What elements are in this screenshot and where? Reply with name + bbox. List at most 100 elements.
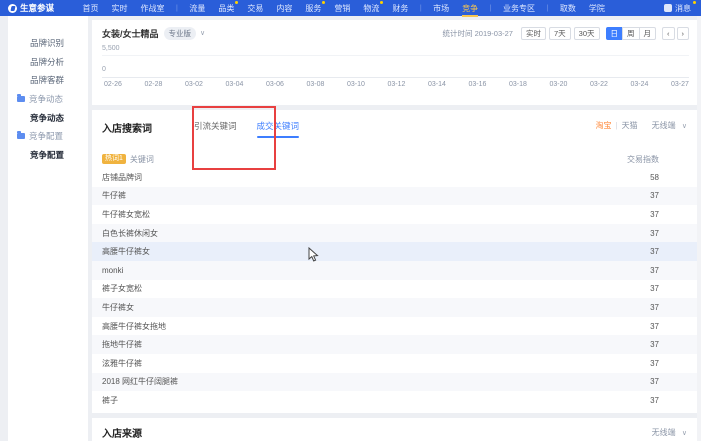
- value-cell: 37: [650, 247, 659, 256]
- folder-icon: [17, 133, 25, 139]
- navbar-item-品类[interactable]: 品类: [218, 3, 234, 14]
- x-tick-label: 03-18: [509, 81, 527, 88]
- navbar-divider: |: [490, 5, 492, 12]
- prev-date-button[interactable]: ‹: [662, 27, 675, 40]
- store-source-header: 入店来源 无线端 ∨: [102, 425, 687, 440]
- app-brand[interactable]: 生意参谋: [8, 2, 54, 14]
- x-tick-label: 03-16: [469, 81, 487, 88]
- x-axis-labels: 02-2602-2803-0203-0403-0603-0803-1003-12…: [104, 81, 689, 88]
- table-row[interactable]: 拖地牛仔裤37: [92, 335, 697, 354]
- value-cell: 37: [650, 191, 659, 200]
- chevron-down-icon[interactable]: ∨: [200, 29, 205, 37]
- sidebar-item-label: 竞争配置: [29, 130, 63, 142]
- chevron-down-icon: ∨: [682, 430, 687, 437]
- sidebar-item-品牌识别[interactable]: 品牌识别: [8, 34, 88, 53]
- table-header: 热词1 关键词 交易指数: [102, 152, 687, 166]
- value-column-header[interactable]: 交易指数: [627, 154, 687, 165]
- value-cell: 37: [650, 210, 659, 219]
- navbar-item-流量[interactable]: 流量: [189, 3, 205, 14]
- navbar-item-竞争[interactable]: 竞争: [462, 3, 478, 14]
- x-axis-line: [102, 77, 689, 78]
- notification-dot: [693, 1, 696, 4]
- range-button-实时[interactable]: 实时: [521, 27, 546, 40]
- top-navbar: 生意参谋 首页实时作战室|流量品类交易内容服务营销物流财务|市场竞争|业务专区|…: [0, 0, 701, 16]
- navbar-item-营销[interactable]: 营销: [334, 3, 350, 14]
- keyword-cell: monki: [102, 266, 123, 275]
- x-tick-label: 03-14: [428, 81, 446, 88]
- navbar-item-服务[interactable]: 服务: [305, 3, 321, 14]
- navbar-item-实时[interactable]: 实时: [112, 3, 128, 14]
- section-title: 入店搜索词: [102, 120, 152, 135]
- x-tick-label: 03-02: [185, 81, 203, 88]
- table-row[interactable]: 泫雅牛仔裤37: [92, 354, 697, 373]
- granularity-日[interactable]: 日: [606, 27, 624, 40]
- x-tick-label: 03-06: [266, 81, 284, 88]
- trend-controls: 统计时间 2019-03-27 实时7天30天 日周月 ‹ ›: [443, 27, 689, 40]
- table-row[interactable]: 2018 网红牛仔阔腿裤37: [92, 373, 697, 392]
- device-select[interactable]: 无线端 ∨: [652, 120, 687, 131]
- navbar-item-财务[interactable]: 财务: [392, 3, 408, 14]
- x-tick-label: 02-28: [145, 81, 163, 88]
- range-button-30天[interactable]: 30天: [574, 27, 600, 40]
- sidebar-item-label: 品牌客群: [30, 74, 64, 86]
- hot-word-badge: 热词1: [102, 154, 126, 164]
- keyword-cell: 拖地牛仔裤: [102, 339, 142, 350]
- chevron-down-icon: ∨: [682, 123, 687, 130]
- sidebar-item-竞争配置[interactable]: 竞争配置: [8, 146, 88, 165]
- sidebar-item-竞争动态[interactable]: 竞争动态: [8, 90, 88, 109]
- sidebar-item-label: 竞争动态: [30, 112, 64, 124]
- navbar-user[interactable]: 消息: [664, 3, 691, 14]
- x-tick-label: 03-10: [347, 81, 365, 88]
- section-title: 入店来源: [102, 425, 142, 440]
- value-cell: 37: [650, 396, 659, 405]
- stat-time-label: 统计时间: [443, 29, 473, 38]
- granularity-月[interactable]: 月: [639, 27, 657, 40]
- user-label: 消息: [675, 3, 691, 14]
- table-row[interactable]: 牛仔裤女宽松37: [92, 205, 697, 224]
- navbar-item-业务专区[interactable]: 业务专区: [503, 3, 535, 14]
- keyword-table: 店铺品牌词58牛仔裤37牛仔裤女宽松37白色长裤休闲女37高腰牛仔裤女37mon…: [92, 168, 697, 410]
- user-avatar: [664, 4, 672, 12]
- search-words-card: 入店搜索词 引流关键词成交关键词 淘宝|天猫 无线端 ∨ 热词1 关键词 交易指…: [92, 110, 697, 413]
- platform-filter: 淘宝|天猫 无线端 ∨: [596, 120, 687, 131]
- category-title: 女装/女士精品: [102, 27, 159, 40]
- navbar-item-市场[interactable]: 市场: [433, 3, 449, 14]
- navbar-item-物流[interactable]: 物流: [363, 3, 379, 14]
- platform-天猫[interactable]: 天猫: [622, 120, 638, 131]
- table-row[interactable]: 裤子女宽松37: [92, 280, 697, 299]
- device-select[interactable]: 无线端 ∨: [652, 427, 687, 438]
- table-row[interactable]: 牛仔裤37: [92, 187, 697, 206]
- navbar-divider: |: [420, 5, 422, 12]
- x-tick-label: 03-08: [307, 81, 325, 88]
- x-tick-label: 03-20: [550, 81, 568, 88]
- range-button-7天[interactable]: 7天: [549, 27, 571, 40]
- table-row[interactable]: 白色长裤休闲女37: [92, 224, 697, 243]
- table-row[interactable]: 裤子 37: [92, 391, 697, 410]
- navbar-item-作战室[interactable]: 作战室: [141, 3, 165, 14]
- navbar-item-交易[interactable]: 交易: [247, 3, 263, 14]
- table-row[interactable]: 牛仔裤女37: [92, 298, 697, 317]
- table-row[interactable]: 店铺品牌词58: [92, 168, 697, 187]
- store-source-card: 入店来源 无线端 ∨: [92, 418, 697, 441]
- table-row[interactable]: monki37: [92, 261, 697, 280]
- platform-淘宝[interactable]: 淘宝: [596, 120, 612, 131]
- navbar-item-学院[interactable]: 学院: [589, 3, 605, 14]
- sidebar-item-品牌分析[interactable]: 品牌分析: [8, 53, 88, 72]
- stat-time-date: 2019-03-27: [475, 29, 513, 38]
- version-badge: 专业版: [164, 27, 197, 40]
- keyword-cell: 裤子: [102, 395, 118, 406]
- table-row[interactable]: 高腰牛仔裤女37: [92, 242, 697, 261]
- table-row[interactable]: 高腰牛仔裤女拖地37: [92, 317, 697, 336]
- granularity-周[interactable]: 周: [622, 27, 640, 40]
- navbar-item-内容[interactable]: 内容: [276, 3, 292, 14]
- notification-dot: [380, 1, 383, 4]
- navbar-item-取数[interactable]: 取数: [560, 3, 576, 14]
- sidebar-item-竞争动态[interactable]: 竞争动态: [8, 108, 88, 127]
- trend-header: 女装/女士精品 专业版 ∨ 统计时间 2019-03-27 实时7天30天 日周…: [102, 25, 689, 41]
- next-date-button[interactable]: ›: [677, 27, 690, 40]
- scrollbar-track[interactable]: [697, 16, 701, 441]
- sidebar-item-品牌客群[interactable]: 品牌客群: [8, 71, 88, 90]
- device-label: 无线端: [652, 121, 676, 130]
- sidebar-item-竞争配置[interactable]: 竞争配置: [8, 127, 88, 146]
- navbar-item-首页[interactable]: 首页: [83, 3, 99, 14]
